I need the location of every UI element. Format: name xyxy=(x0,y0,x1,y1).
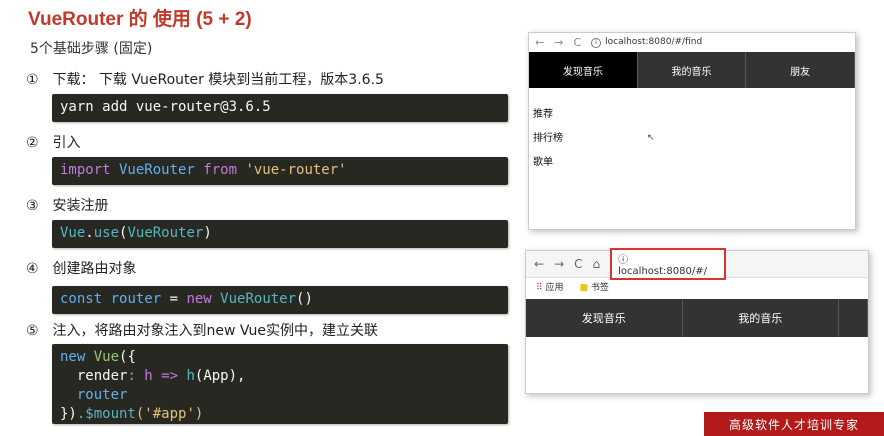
step-text: 创建路由对象 xyxy=(52,261,137,277)
code-token: use xyxy=(93,225,120,241)
code-token: (App), xyxy=(194,368,246,384)
code-token: Vue xyxy=(85,349,120,365)
step-num: ③ xyxy=(26,198,39,214)
bookmark-folder[interactable]: ■ 书签 xyxy=(579,280,608,293)
code-import: import VueRouter from 'vue-router' xyxy=(52,157,508,185)
tab-discover[interactable]: 发现音乐 xyxy=(529,52,638,88)
bookmark-apps[interactable]: ⠿ 应用 xyxy=(536,280,563,293)
folder-icon: ■ xyxy=(579,282,588,293)
reload-icon[interactable]: C xyxy=(574,257,582,271)
address-bar: ← → C ⌂ ⓘ localhost:8080/#/ xyxy=(526,248,868,280)
code-token: .$mount xyxy=(76,406,136,422)
home-icon[interactable]: ⌂ xyxy=(593,257,601,271)
code-newvue: new Vue({ render: h => h(App), router })… xyxy=(52,344,508,424)
step-num: ① xyxy=(26,72,39,88)
subtitle: 5个基础步骤 (固定) xyxy=(30,41,153,57)
address-bar: ← → C i localhost:8080/#/find xyxy=(529,33,855,51)
step-text: 注入，将路由对象注入到new Vue实例中，建立关联 xyxy=(52,323,378,339)
code-token: router xyxy=(102,291,170,307)
nav-tabs: 发现音乐 我的音乐 朋友 xyxy=(529,52,856,88)
code-token: 'vue-router' xyxy=(237,162,347,178)
step-2: ② 引入 xyxy=(26,132,80,152)
code-token: new xyxy=(60,349,86,365)
nav-tabs: 发现音乐 我的音乐 xyxy=(526,299,868,337)
step-4: ④ 创建路由对象 xyxy=(26,258,136,278)
page-title: VueRouter 的 使用 (5 + 2) xyxy=(28,9,252,30)
code-token: Vue xyxy=(60,225,86,241)
code-token: ('#app') xyxy=(135,406,204,422)
code-token: const xyxy=(60,291,103,307)
url-field[interactable]: i localhost:8080/#/find xyxy=(591,37,702,48)
browser-window-find: ← → C i localhost:8080/#/find 发现音乐 我的音乐 朋… xyxy=(528,32,856,230)
bookmark-label: 应用 xyxy=(545,282,564,293)
info-icon: i xyxy=(591,37,602,48)
code-token: import xyxy=(60,162,111,178)
step-text: 安装注册 xyxy=(52,198,109,214)
url-text: localhost:8080/#/ xyxy=(618,266,707,277)
back-icon[interactable]: ← xyxy=(534,257,544,271)
code-token: from xyxy=(203,162,238,178)
code-token: }) xyxy=(60,406,77,422)
tab-partial[interactable] xyxy=(839,299,868,337)
code-token: VueRouter xyxy=(110,162,204,178)
bookmark-label: 书签 xyxy=(590,282,609,293)
step-5: ⑤ 注入，将路由对象注入到new Vue实例中，建立关联 xyxy=(26,320,378,340)
tab-discover[interactable]: 发现音乐 xyxy=(526,299,683,337)
list-item[interactable]: 推荐 xyxy=(533,103,563,127)
bookmarks-bar: ⠿ 应用 ■ 书签 xyxy=(526,278,868,294)
code-token: h xyxy=(186,368,195,384)
tab-friends[interactable]: 朋友 xyxy=(746,52,856,88)
code-token: VueRouter xyxy=(211,291,297,307)
step-num: ④ xyxy=(26,261,39,277)
apps-grid-icon: ⠿ xyxy=(536,282,543,293)
back-icon[interactable]: ← xyxy=(535,36,544,49)
code-token: router xyxy=(60,387,128,403)
code-token: : h => xyxy=(127,368,187,384)
url-text: localhost:8080/#/find xyxy=(605,36,703,47)
forward-icon[interactable]: → xyxy=(554,257,564,271)
step-num: ⑤ xyxy=(26,323,39,339)
sub-list: 推荐 排行榜 歌单 xyxy=(533,103,563,175)
code-token: = xyxy=(169,291,187,307)
code-token: . xyxy=(85,225,94,241)
code-install: yarn add vue-router@3.6.5 xyxy=(52,94,508,122)
step-text: 引入 xyxy=(52,135,81,151)
mouse-cursor-icon: ↖ xyxy=(647,133,655,143)
step-3: ③ 安装注册 xyxy=(26,195,108,215)
tab-my-music[interactable]: 我的音乐 xyxy=(683,299,839,337)
list-item[interactable]: 排行榜 xyxy=(533,127,563,151)
brand-watermark: 高级软件人才培训专家 xyxy=(704,412,884,436)
code-token: VueRouter xyxy=(127,225,204,241)
list-item[interactable]: 歌单 xyxy=(533,151,563,175)
browser-window-root: ← → C ⌂ ⓘ localhost:8080/#/ ⠿ 应用 ■ 书签 发现… xyxy=(525,248,869,394)
code-router: const router = new VueRouter() xyxy=(52,286,508,314)
code-token: ({ xyxy=(119,349,136,365)
code-use: Vue.use(VueRouter) xyxy=(52,220,508,248)
forward-icon[interactable]: → xyxy=(554,36,563,49)
tab-my-music[interactable]: 我的音乐 xyxy=(638,52,747,88)
step-num: ② xyxy=(26,135,39,151)
code-token: render xyxy=(60,368,128,384)
code-token: () xyxy=(296,291,313,307)
url-field[interactable]: ⓘ localhost:8080/#/ xyxy=(610,248,727,280)
code-token: new xyxy=(186,291,212,307)
reload-icon[interactable]: C xyxy=(573,36,581,49)
step-text: 下载： 下载 VueRouter 模块到当前工程，版本3.6.5 xyxy=(52,72,384,88)
code-token: ) xyxy=(203,225,212,241)
step-1: ① 下载： 下载 VueRouter 模块到当前工程，版本3.6.5 xyxy=(26,69,384,89)
